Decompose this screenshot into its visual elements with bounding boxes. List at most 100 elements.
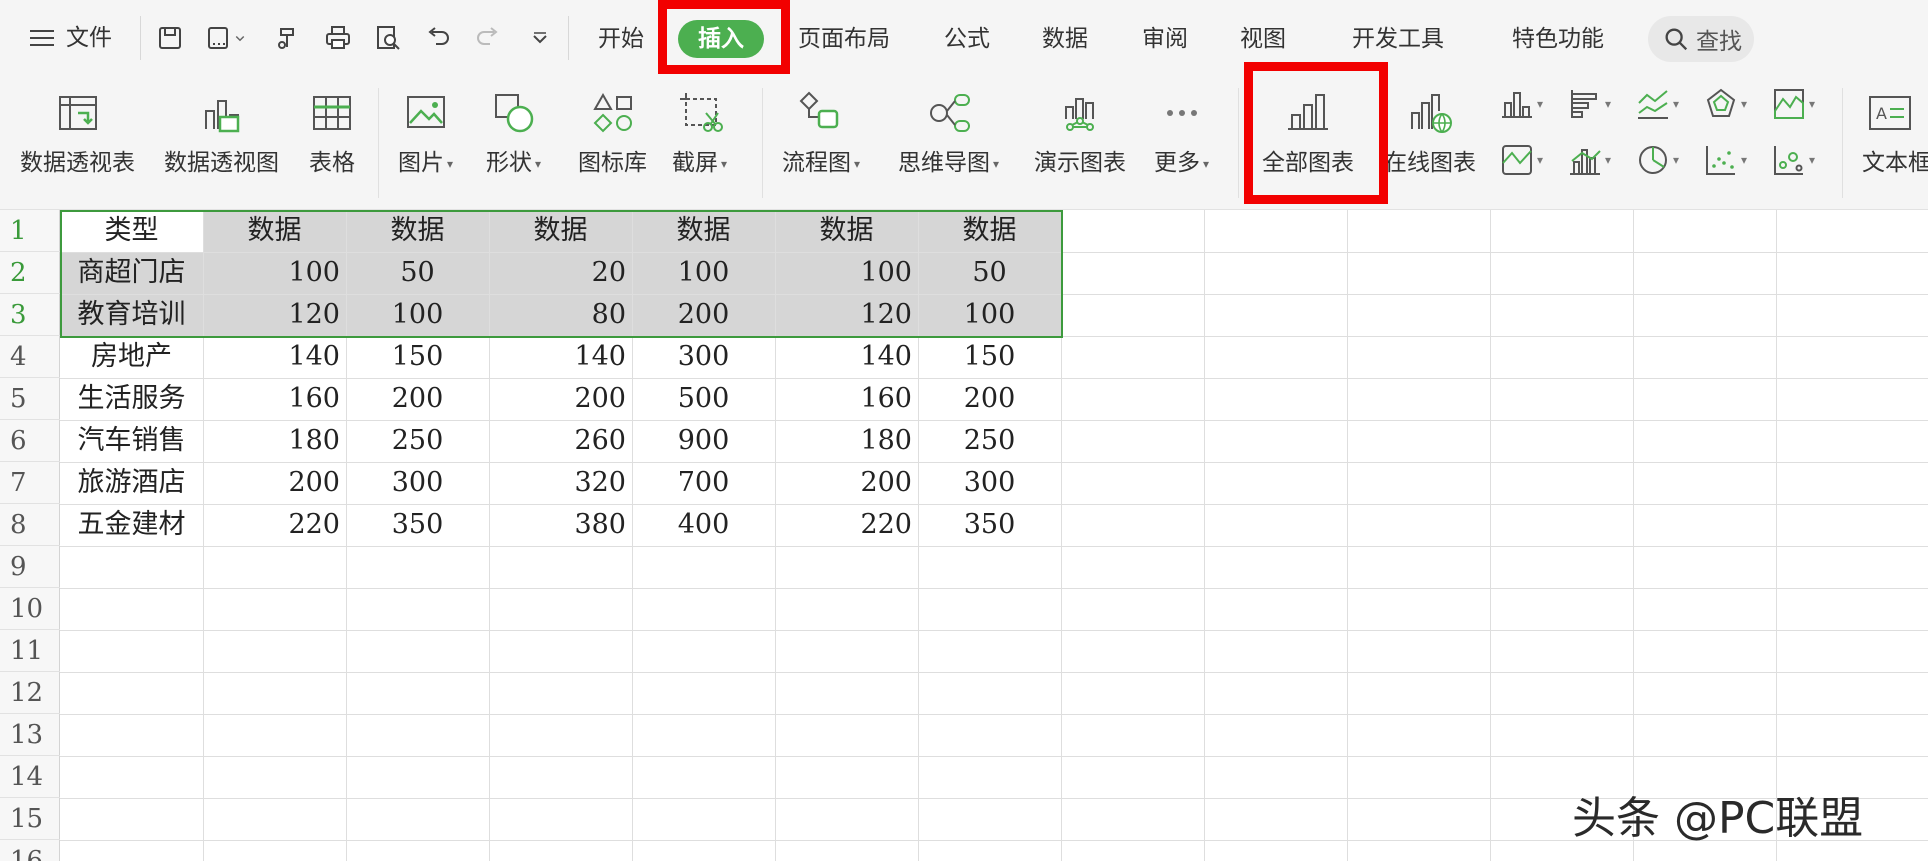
table-cell[interactable]: 380 [489,504,632,546]
table-cell[interactable]: 旅游酒店 [60,462,203,504]
row-number[interactable]: 3 [0,294,60,336]
table-cell[interactable]: 200 [346,378,489,420]
online-charts-button[interactable]: 在线图表 [1384,84,1476,178]
table-cell[interactable]: 300 [918,462,1061,504]
table-cell[interactable]: 200 [489,378,632,420]
combo-chart-button[interactable]: ▾ [1568,140,1618,180]
row-number[interactable]: 16 [0,840,60,861]
row-number[interactable]: 4 [0,336,60,378]
table-cell[interactable]: 250 [918,420,1061,462]
table-cell[interactable]: 汽车销售 [60,420,203,462]
table-cell[interactable]: 160 [775,378,918,420]
table-cell[interactable]: 200 [775,462,918,504]
pie-chart-button[interactable]: ▾ [1636,140,1686,180]
table-cell[interactable]: 180 [203,420,346,462]
spreadsheet[interactable]: 1 2 3 4 5 6 7 8 9 10 11 12 13 14 15 16 类型 数据 数据 数据 数据 数据 数据 商超… [0,210,1928,861]
table-cell[interactable]: 140 [203,336,346,378]
cell-grid[interactable]: 类型 数据 数据 数据 数据 数据 数据 商超门店 100 50 20 100 100 50 教育培训 120… [60,210,1928,861]
row-number[interactable]: 8 [0,504,60,546]
tab-formulas[interactable]: 公式 [944,20,990,58]
radar-chart-button[interactable]: ▾ [1704,84,1754,124]
more-button[interactable]: 更多 ▾ [1154,84,1209,178]
row-number[interactable]: 2 [0,252,60,294]
table-cell[interactable]: 320 [489,462,632,504]
row-number[interactable]: 11 [0,630,60,672]
hamburger-menu-icon[interactable] [24,20,60,56]
flowchart-button[interactable]: 流程图 ▾ [782,84,860,178]
format-painter-icon[interactable] [270,20,306,56]
area-chart-button[interactable]: ▾ [1772,84,1822,124]
table-icon [306,84,358,142]
tab-data[interactable]: 数据 [1042,20,1088,58]
bubble-chart-button[interactable]: ▾ [1772,140,1822,180]
search-button[interactable]: 查找 [1648,16,1754,62]
undo-icon[interactable] [420,20,456,56]
table-cell[interactable]: 220 [775,504,918,546]
tab-special-features[interactable]: 特色功能 [1512,20,1604,58]
bar-chart-horizontal-button[interactable]: ▾ [1568,84,1618,124]
presentation-chart-button[interactable]: 演示图表 [1034,84,1126,178]
table-cell[interactable]: 150 [346,336,489,378]
icon-library-button[interactable]: 图标库 [578,84,647,178]
row-number[interactable]: 15 [0,798,60,840]
table-cell[interactable]: 260 [489,420,632,462]
pivot-table-label: 数据透视表 [20,150,135,176]
table-cell[interactable]: 900 [632,420,775,462]
stock-chart-button[interactable]: ▾ [1500,140,1550,180]
table-cell[interactable]: 140 [775,336,918,378]
table-cell[interactable]: 200 [918,378,1061,420]
customize-toolbar-icon[interactable] [522,20,558,56]
table-cell[interactable]: 250 [346,420,489,462]
tab-page-layout[interactable]: 页面布局 [798,20,890,58]
shapes-button[interactable]: 形状 ▾ [486,84,541,178]
row-number[interactable]: 10 [0,588,60,630]
chevron-down-icon: ▾ [1741,97,1748,111]
row-number[interactable]: 14 [0,756,60,798]
save-icon[interactable] [152,20,188,56]
table-cell[interactable]: 140 [489,336,632,378]
screenshot-button[interactable]: 截屏 ▾ [672,84,727,178]
tab-view[interactable]: 视图 [1240,20,1286,58]
table-cell[interactable]: 350 [346,504,489,546]
row-number[interactable]: 1 [0,210,60,252]
redo-icon[interactable] [470,20,506,56]
picture-button[interactable]: 图片 ▾ [398,84,453,178]
table-cell[interactable]: 150 [918,336,1061,378]
table-cell[interactable]: 160 [203,378,346,420]
tab-home[interactable]: 开始 [598,20,644,58]
print-icon[interactable] [320,20,356,56]
pivot-chart-button[interactable]: 数据透视图 [164,84,279,178]
file-menu[interactable]: 文件 [66,20,112,56]
tab-review[interactable]: 审阅 [1142,20,1188,58]
table-cell[interactable]: 300 [632,336,775,378]
table-cell[interactable]: 350 [918,504,1061,546]
table-cell[interactable]: 220 [203,504,346,546]
chevron-down-icon[interactable] [232,20,248,56]
table-button[interactable]: 表格 [306,84,358,178]
table-cell[interactable]: 400 [632,504,775,546]
row-number[interactable]: 6 [0,420,60,462]
column-chart-button[interactable]: ▾ [1500,84,1550,124]
table-cell[interactable]: 生活服务 [60,378,203,420]
row-number[interactable]: 12 [0,672,60,714]
chevron-down-icon: ▾ [1809,153,1816,167]
table-cell[interactable]: 500 [632,378,775,420]
row-number[interactable]: 7 [0,462,60,504]
row-number[interactable]: 9 [0,546,60,588]
scatter-chart-button[interactable]: ▾ [1704,140,1754,180]
table-cell[interactable]: 房地产 [60,336,203,378]
table-cell[interactable]: 200 [203,462,346,504]
row-number[interactable]: 13 [0,714,60,756]
mind-map-icon [923,84,975,142]
table-cell[interactable]: 180 [775,420,918,462]
table-cell[interactable]: 300 [346,462,489,504]
text-box-button[interactable]: A 文本框 [1862,84,1928,178]
pivot-table-button[interactable]: 数据透视表 [20,84,135,178]
row-number[interactable]: 5 [0,378,60,420]
mind-map-button[interactable]: 思维导图 ▾ [898,84,999,178]
table-cell[interactable]: 五金建材 [60,504,203,546]
tab-developer-tools[interactable]: 开发工具 [1352,20,1444,58]
line-chart-button[interactable]: ▾ [1636,84,1686,124]
print-preview-icon[interactable] [370,20,406,56]
table-cell[interactable]: 700 [632,462,775,504]
